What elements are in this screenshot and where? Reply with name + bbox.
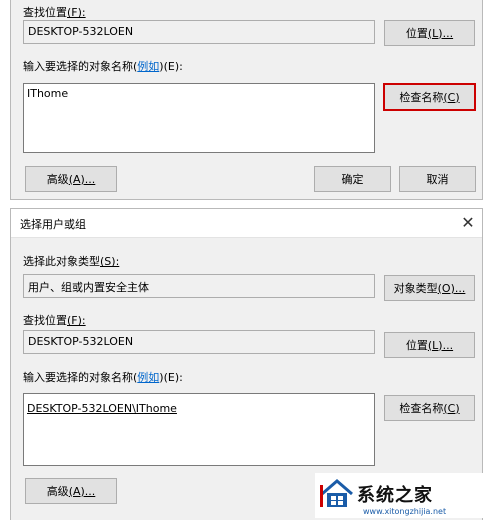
select-users-dialog-top: 查找位置(F): DESKTOP-532LOEN 位置 (L)... 输入要选择的… [10, 0, 483, 200]
object-names-input[interactable]: DESKTOP-532LOEN\IThome [23, 393, 375, 466]
advanced-button[interactable]: 高级 (A)... [25, 166, 117, 192]
object-names-input[interactable]: IThome [23, 83, 375, 153]
object-names-value: IThome [27, 87, 69, 100]
locations-button[interactable]: 位置 (L)... [384, 20, 475, 46]
examples-link[interactable]: 例如 [137, 60, 159, 73]
cancel-button[interactable]: 取消 [399, 166, 476, 192]
examples-link[interactable]: 例如 [137, 371, 159, 384]
location-field: DESKTOP-532LOEN [23, 330, 375, 354]
locations-button[interactable]: 位置 (L)... [384, 332, 475, 358]
object-type-label: 选择此对象类型(S): [23, 255, 120, 268]
dialog-title: 选择用户或组 [20, 218, 86, 231]
location-field: DESKTOP-532LOEN [23, 20, 375, 44]
title-bar: 选择用户或组 ✕ [11, 209, 482, 238]
check-names-button[interactable]: 检查名称 (C) [384, 395, 475, 421]
resolved-object-name: DESKTOP-532LOEN\IThome [27, 402, 177, 415]
check-names-button[interactable]: 检查名称 (C) [383, 83, 476, 111]
advanced-button[interactable]: 高级 (A)... [25, 478, 117, 504]
object-names-label: 输入要选择的对象名称(例如)(E): [23, 371, 183, 384]
location-label: 查找位置(F): [23, 314, 86, 327]
watermark: 系统之家 www.xitongzhijia.net [315, 473, 483, 518]
ok-button[interactable]: 确定 [314, 166, 391, 192]
house-logo-icon [320, 479, 353, 507]
close-icon[interactable]: ✕ [454, 209, 482, 237]
watermark-text: 系统之家 [357, 485, 433, 506]
object-type-field: 用户、组或内置安全主体 [23, 274, 375, 298]
object-types-button[interactable]: 对象类型 (O)... [384, 275, 475, 301]
location-label: 查找位置(F): [23, 6, 86, 19]
watermark-url: www.xitongzhijia.net [363, 507, 447, 516]
object-names-label: 输入要选择的对象名称(例如)(E): [23, 60, 183, 73]
